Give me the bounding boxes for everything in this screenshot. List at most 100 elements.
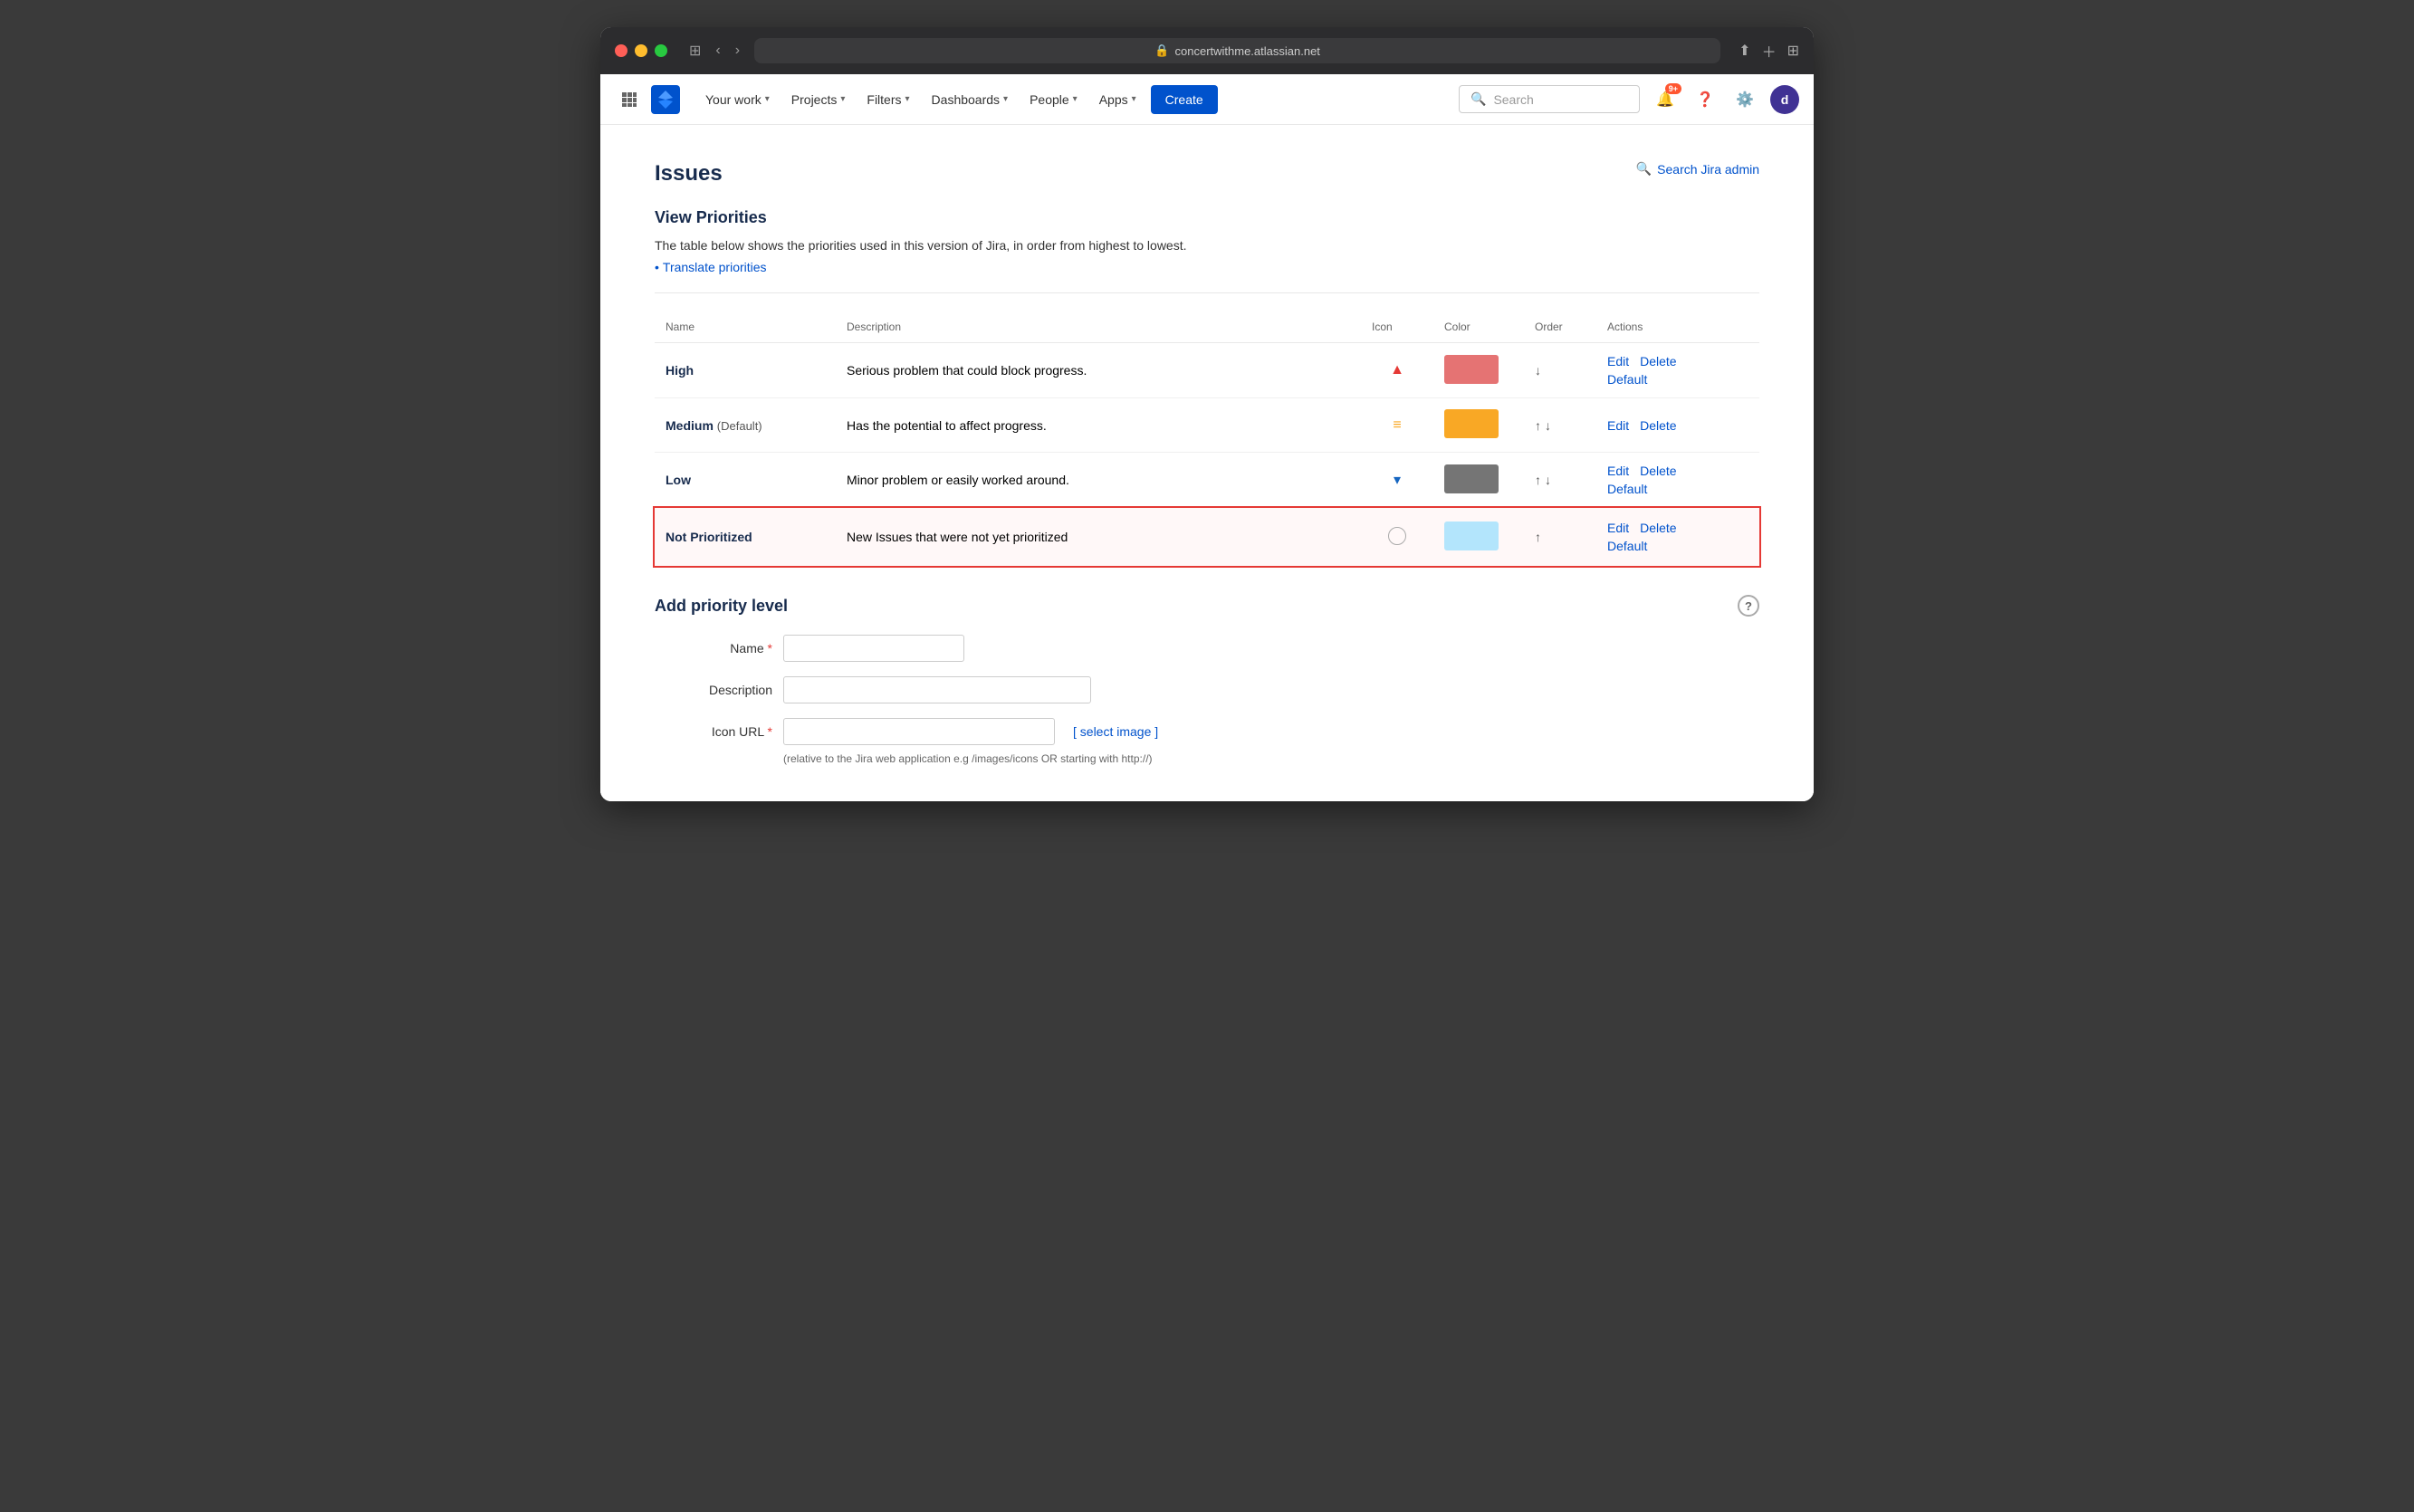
default-high-link[interactable]: Default xyxy=(1607,372,1647,387)
nav-dashboards[interactable]: Dashboards ▾ xyxy=(921,74,1020,125)
color-swatch-low xyxy=(1444,464,1499,493)
nav-your-work[interactable]: Your work ▾ xyxy=(695,74,781,125)
create-button[interactable]: Create xyxy=(1151,85,1218,114)
maximize-button[interactable] xyxy=(655,44,667,57)
share-icon[interactable]: ⬆ xyxy=(1739,42,1750,60)
edit-high-link[interactable]: Edit xyxy=(1607,354,1629,368)
icon-url-label: Icon URL * xyxy=(655,724,772,739)
help-button[interactable]: ❓ xyxy=(1691,85,1719,114)
edit-low-link[interactable]: Edit xyxy=(1607,464,1629,478)
default-low-link[interactable]: Default xyxy=(1607,482,1647,496)
dashboards-chevron: ▾ xyxy=(1003,94,1008,104)
projects-chevron: ▾ xyxy=(840,94,845,104)
order-down-medium[interactable]: ↓ xyxy=(1545,418,1551,433)
table-header-row: Name Description Icon Color Order Action… xyxy=(655,311,1759,343)
edit-not-prioritized-link[interactable]: Edit xyxy=(1607,521,1629,535)
people-chevron: ▾ xyxy=(1073,94,1078,104)
table-row: High Serious problem that could block pr… xyxy=(655,343,1759,398)
translate-priorities-link[interactable]: Translate priorities xyxy=(655,260,767,274)
minimize-button[interactable] xyxy=(635,44,647,57)
grid-icon[interactable] xyxy=(615,85,644,114)
section-description: The table below shows the priorities use… xyxy=(655,238,1759,253)
new-tab-icon[interactable]: ＋ xyxy=(1762,40,1777,62)
highlighted-table-row: Not Prioritized New Issues that were not… xyxy=(655,508,1759,567)
priority-desc-low: Minor problem or easily worked around. xyxy=(836,453,1361,508)
add-priority-header: Add priority level ? xyxy=(655,595,1759,617)
priority-name-high: High xyxy=(655,343,836,398)
notifications-button[interactable]: 🔔 9+ xyxy=(1651,85,1680,114)
priority-color-medium xyxy=(1433,398,1524,453)
order-up-medium[interactable]: ↑ xyxy=(1535,418,1541,433)
delete-medium-link[interactable]: Delete xyxy=(1640,418,1676,433)
table-row: Medium (Default) Has the potential to af… xyxy=(655,398,1759,453)
add-priority-title: Add priority level xyxy=(655,597,788,616)
app-container: Your work ▾ Projects ▾ Filters ▾ Dashboa… xyxy=(600,74,1814,801)
url-text: concertwithme.atlassian.net xyxy=(1175,44,1320,58)
color-swatch-not-prioritized xyxy=(1444,522,1499,550)
color-swatch-high xyxy=(1444,355,1499,384)
grid-view-icon[interactable]: ⊞ xyxy=(1787,42,1799,60)
edit-medium-link[interactable]: Edit xyxy=(1607,418,1629,433)
high-priority-icon: ▲ xyxy=(1390,362,1404,378)
priority-name-low: Low xyxy=(655,453,836,508)
search-box[interactable]: 🔍 Search xyxy=(1459,85,1640,113)
priority-order-low: ↑ ↓ xyxy=(1524,453,1596,508)
form-row-description: Description xyxy=(655,676,1759,703)
priority-name-medium: Medium (Default) xyxy=(655,398,836,453)
priority-icon-high: ▲ xyxy=(1361,343,1433,398)
sidebar-toggle-icon[interactable]: ⊞ xyxy=(685,40,704,62)
col-header-name: Name xyxy=(655,311,836,343)
nav-bar: Your work ▾ Projects ▾ Filters ▾ Dashboa… xyxy=(600,74,1814,125)
table-row: Low Minor problem or easily worked aroun… xyxy=(655,453,1759,508)
search-placeholder: Search xyxy=(1493,92,1533,107)
priority-order-high: ↓ xyxy=(1524,343,1596,398)
color-swatch-medium xyxy=(1444,409,1499,438)
jira-logo[interactable] xyxy=(651,85,680,114)
col-header-description: Description xyxy=(836,311,1361,343)
icon-url-input[interactable] xyxy=(783,718,1055,745)
your-work-chevron: ▾ xyxy=(765,94,770,104)
order-up-not-prioritized[interactable]: ↑ xyxy=(1535,530,1541,544)
filters-chevron: ▾ xyxy=(905,94,910,104)
description-input[interactable] xyxy=(783,676,1091,703)
required-marker: * xyxy=(768,641,772,656)
icon-url-hint: (relative to the Jira web application e.… xyxy=(783,752,1759,765)
col-header-order: Order xyxy=(1524,311,1596,343)
address-bar[interactable]: 🔒 concertwithme.atlassian.net xyxy=(754,38,1720,63)
forward-icon[interactable]: › xyxy=(732,41,743,61)
page-title: Issues xyxy=(655,161,723,187)
order-down-low[interactable]: ↓ xyxy=(1545,473,1551,487)
priority-icon-medium: ≡ xyxy=(1361,398,1433,453)
nav-people[interactable]: People ▾ xyxy=(1019,74,1088,125)
help-icon[interactable]: ? xyxy=(1738,595,1759,617)
priority-icon-not-prioritized xyxy=(1361,508,1433,567)
circle-priority-icon xyxy=(1388,527,1406,545)
nav-apps[interactable]: Apps ▾ xyxy=(1088,74,1147,125)
browser-titlebar: ⊞ ‹ › 🔒 concertwithme.atlassian.net ⬆ ＋ … xyxy=(600,27,1814,74)
default-not-prioritized-link[interactable]: Default xyxy=(1607,539,1647,553)
name-input[interactable] xyxy=(783,635,964,662)
select-image-link[interactable]: [ select image ] xyxy=(1073,724,1158,739)
search-admin-link[interactable]: 🔍 Search Jira admin xyxy=(1636,161,1759,177)
delete-high-link[interactable]: Delete xyxy=(1640,354,1676,368)
traffic-lights xyxy=(615,44,667,57)
order-down-high[interactable]: ↓ xyxy=(1535,363,1541,378)
search-icon: 🔍 xyxy=(1470,91,1486,107)
col-header-color: Color xyxy=(1433,311,1524,343)
order-up-low[interactable]: ↑ xyxy=(1535,473,1541,487)
search-admin-icon: 🔍 xyxy=(1636,161,1652,177)
low-priority-icon: ▾ xyxy=(1394,473,1401,488)
settings-button[interactable]: ⚙️ xyxy=(1730,85,1759,114)
close-button[interactable] xyxy=(615,44,627,57)
nav-projects[interactable]: Projects ▾ xyxy=(781,74,857,125)
priority-actions-high: Edit Delete Default xyxy=(1596,343,1759,398)
content-area: Issues 🔍 Search Jira admin View Prioriti… xyxy=(600,125,1814,801)
delete-low-link[interactable]: Delete xyxy=(1640,464,1676,478)
browser-controls: ⊞ ‹ › xyxy=(685,40,743,62)
nav-filters[interactable]: Filters ▾ xyxy=(856,74,920,125)
delete-not-prioritized-link[interactable]: Delete xyxy=(1640,521,1676,535)
back-icon[interactable]: ‹ xyxy=(712,41,723,61)
user-avatar[interactable]: d xyxy=(1770,85,1799,114)
priority-color-high xyxy=(1433,343,1524,398)
priority-desc-medium: Has the potential to affect progress. xyxy=(836,398,1361,453)
